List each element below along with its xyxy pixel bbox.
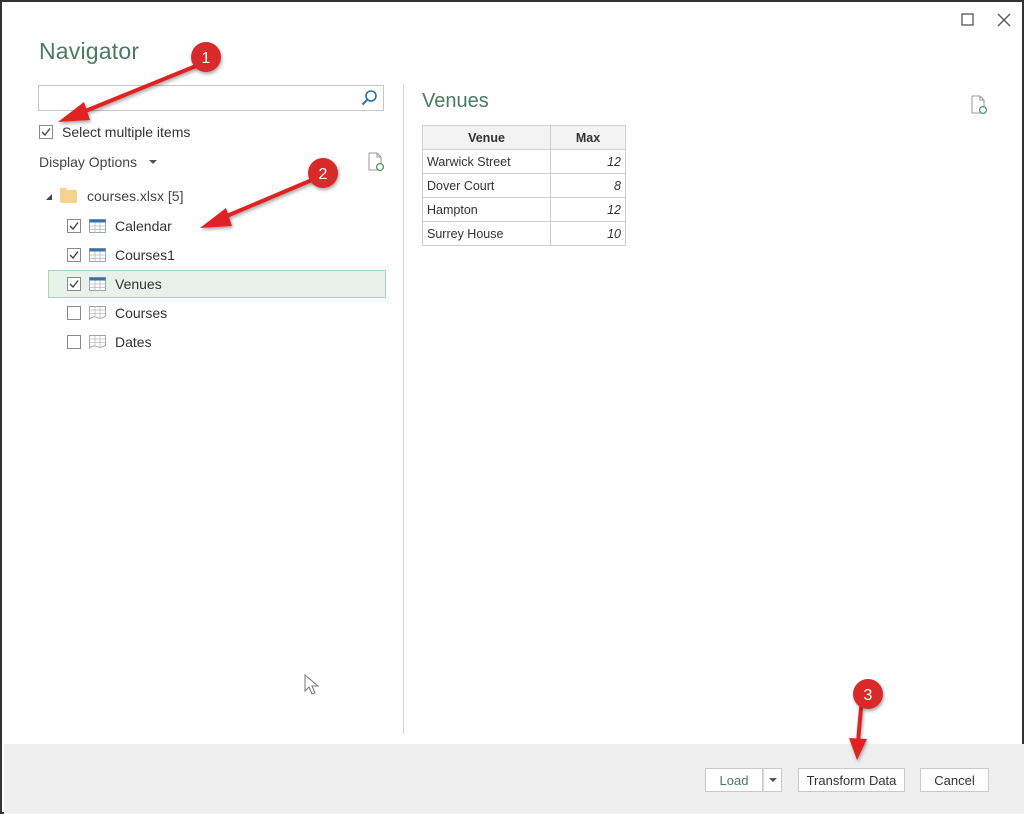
table-icon: [89, 219, 106, 233]
item-label: Venues: [115, 276, 162, 292]
folder-icon: [60, 187, 77, 203]
checkmark-icon: [69, 280, 79, 289]
tree-root-workbook[interactable]: courses.xlsx [5]: [46, 187, 184, 204]
dialog-title: Navigator: [39, 38, 140, 64]
checkmark-icon: [41, 128, 51, 137]
item-checkbox[interactable]: [67, 306, 81, 320]
table-row: Dover Court 8: [422, 173, 626, 198]
item-label: Dates: [115, 334, 152, 350]
search-input[interactable]: [43, 87, 357, 111]
table-row: Hampton 12: [422, 197, 626, 222]
column-header-venue[interactable]: Venue: [422, 125, 551, 150]
sheet-icon: [89, 306, 106, 320]
item-label: Calendar: [115, 218, 172, 234]
tree-item-courses[interactable]: Courses: [48, 299, 386, 327]
tree-item-dates[interactable]: Dates: [48, 328, 386, 356]
table-row: Surrey House 10: [422, 221, 626, 246]
tree-item-courses1[interactable]: Courses1: [48, 241, 386, 269]
load-options-button[interactable]: [763, 768, 782, 792]
sheet-icon: [89, 335, 106, 349]
item-label: Courses: [115, 305, 168, 321]
item-checkbox[interactable]: [67, 248, 81, 262]
select-multiple-items[interactable]: Select multiple items: [39, 124, 190, 140]
dialog-footer: Load Transform Data Cancel: [4, 744, 1024, 814]
table-icon: [89, 277, 106, 291]
maximize-button[interactable]: [958, 10, 978, 30]
preview-table: Venue Max Warwick Street 12 Dover Court …: [422, 125, 626, 246]
chevron-down-icon: [149, 160, 158, 164]
cell-max: 8: [550, 173, 626, 198]
select-multiple-label: Select multiple items: [62, 124, 191, 140]
load-button[interactable]: Load: [705, 768, 763, 792]
checkmark-icon: [69, 251, 79, 260]
column-header-max[interactable]: Max: [550, 125, 626, 150]
expand-collapse-icon[interactable]: [46, 194, 52, 200]
navigator-dialog: Navigator Select multiple items Display …: [0, 0, 1024, 814]
cell-venue: Hampton: [422, 197, 551, 222]
table-row: Warwick Street 12: [422, 149, 626, 174]
panel-splitter[interactable]: [403, 84, 404, 734]
item-checkbox[interactable]: [67, 219, 81, 233]
cell-max: 12: [550, 149, 626, 174]
transform-data-button[interactable]: Transform Data: [798, 768, 905, 792]
display-options-label: Display Options: [39, 154, 138, 170]
tree-item-calendar[interactable]: Calendar: [48, 212, 386, 240]
search-box[interactable]: [38, 85, 384, 111]
cancel-button[interactable]: Cancel: [920, 768, 989, 792]
maximize-icon: [961, 13, 974, 26]
workbook-label: courses.xlsx [5]: [87, 188, 184, 204]
close-button[interactable]: [994, 10, 1014, 30]
preview-title: Venues: [422, 90, 489, 112]
cell-venue: Dover Court: [422, 173, 551, 198]
cell-venue: Surrey House: [422, 221, 551, 246]
table-header-row: Venue Max: [422, 125, 626, 150]
refresh-document-icon[interactable]: [367, 152, 385, 172]
search-icon[interactable]: [359, 88, 379, 108]
table-icon: [89, 248, 106, 262]
item-label: Courses1: [115, 247, 175, 263]
display-options-dropdown[interactable]: Display Options: [39, 154, 158, 170]
select-multiple-checkbox[interactable]: [39, 125, 53, 139]
item-checkbox[interactable]: [67, 277, 81, 291]
cell-venue: Warwick Street: [422, 149, 551, 174]
item-checkbox[interactable]: [67, 335, 81, 349]
close-icon: [997, 13, 1011, 27]
tree-item-venues[interactable]: Venues: [48, 270, 386, 298]
cell-max: 12: [550, 197, 626, 222]
refresh-document-icon[interactable]: [970, 95, 988, 115]
checkmark-icon: [69, 222, 79, 231]
mouse-pointer-icon: [304, 674, 320, 695]
cell-max: 10: [550, 221, 626, 246]
chevron-down-icon: [768, 778, 777, 782]
